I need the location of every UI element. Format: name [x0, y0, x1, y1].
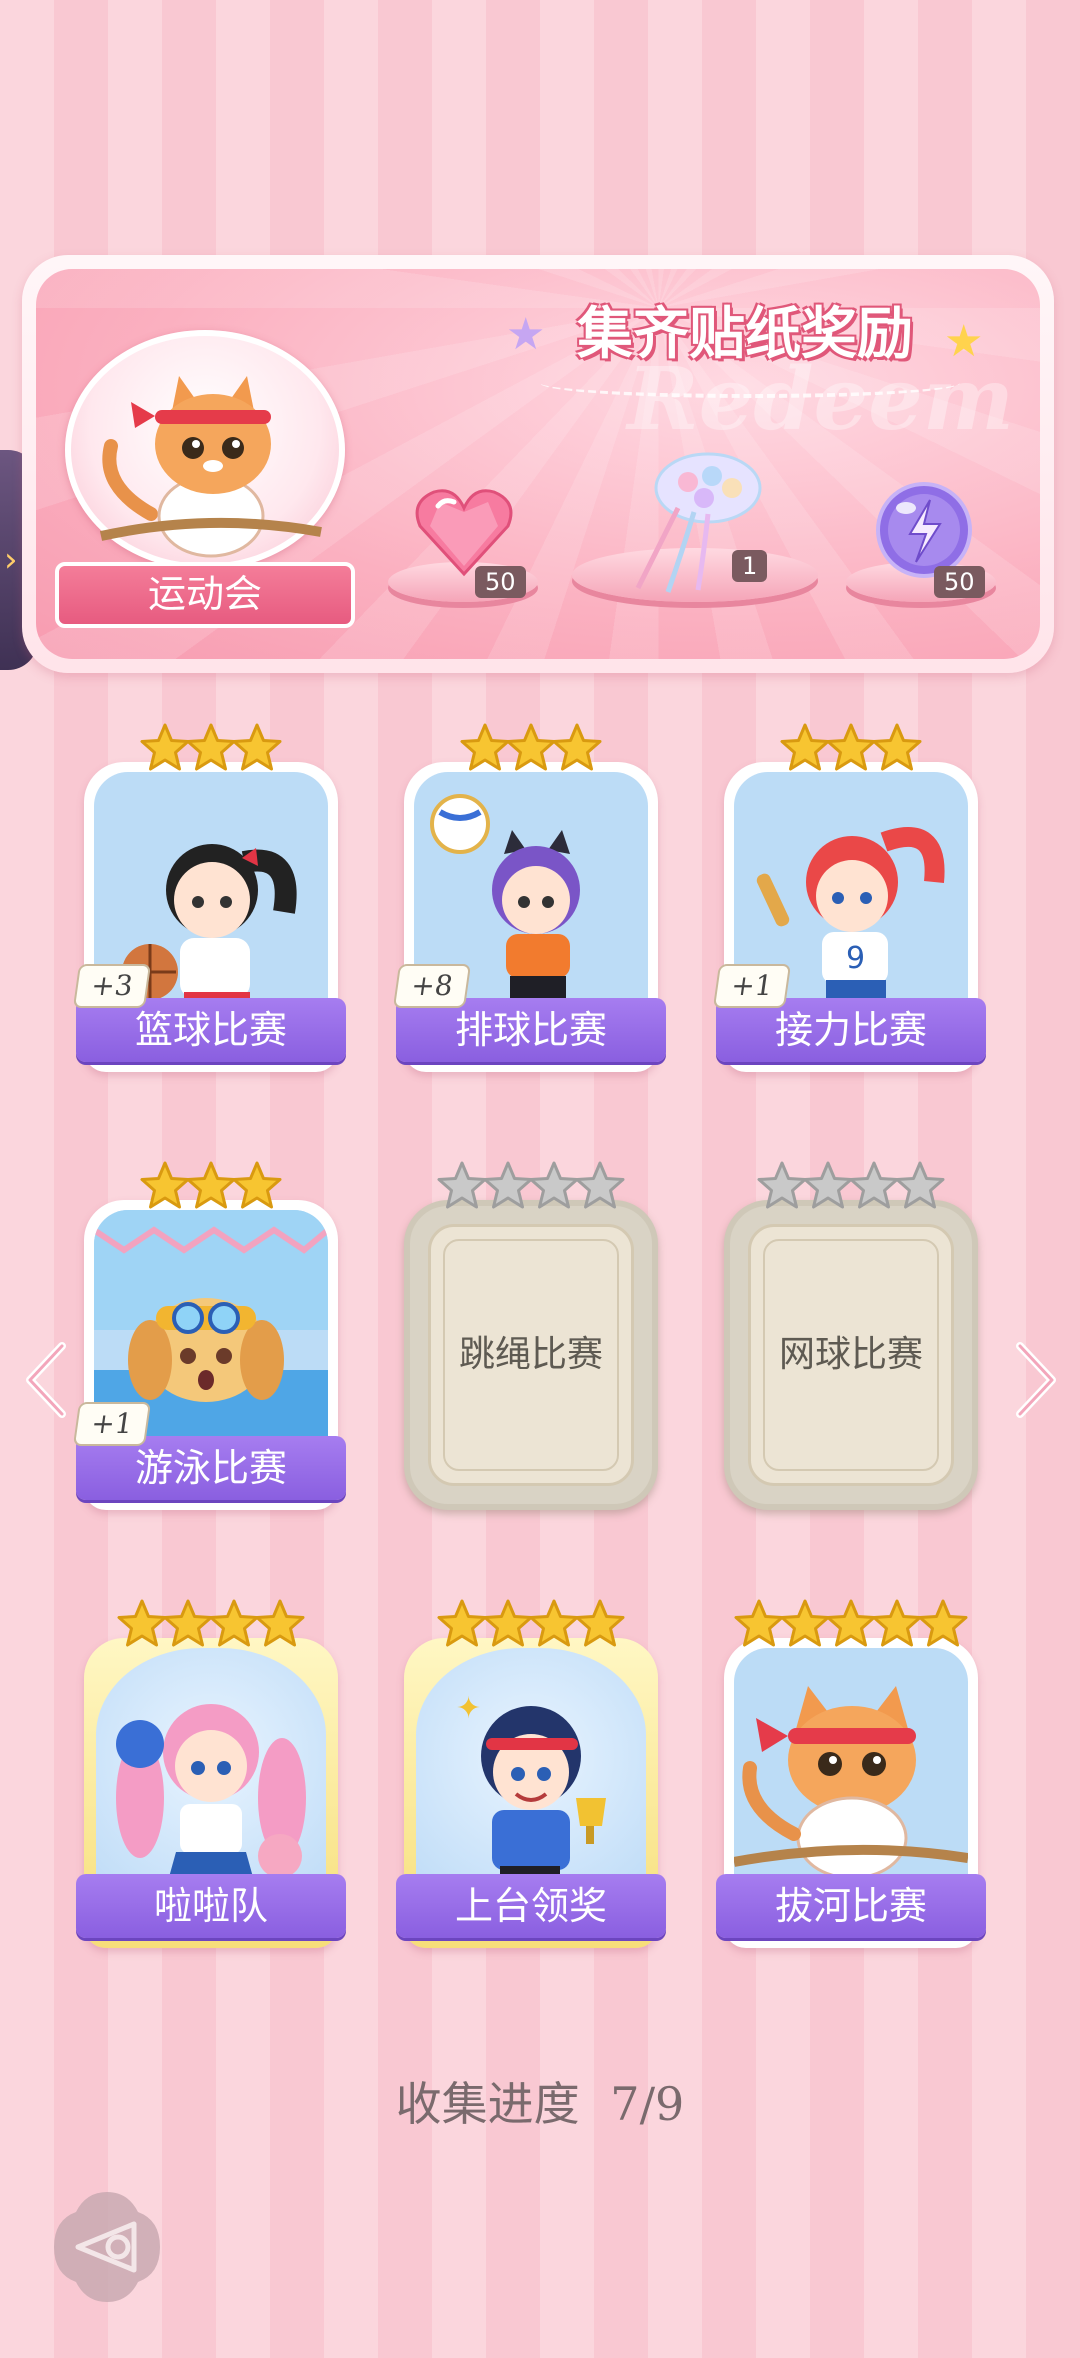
star-filled-icon: [734, 1599, 784, 1654]
card-name-plate: 啦啦队: [76, 1874, 346, 1938]
card-star-rating: [404, 722, 658, 778]
star-filled-icon: [918, 1599, 968, 1654]
card-illustration: [96, 1648, 326, 1890]
locked-card-name: 网球比赛: [778, 1334, 923, 1375]
star-filled-icon: [140, 1161, 190, 1216]
star-filled-icon: [186, 1161, 236, 1216]
star-empty-icon: [529, 1161, 579, 1216]
sticker-card[interactable]: ✦ 上台领奖: [396, 1598, 666, 1948]
svg-text:✦: ✦: [456, 1691, 481, 1726]
card-star-rating: [724, 1598, 978, 1654]
duplicate-count-badge: +1: [72, 1402, 152, 1446]
star-filled-icon: [186, 723, 236, 778]
star-empty-icon: [437, 1161, 487, 1216]
star-filled-icon: [232, 723, 282, 778]
star-filled-icon: [575, 1599, 625, 1654]
back-arrow-icon: [54, 2192, 160, 2302]
star-empty-icon: [803, 1161, 853, 1216]
medal-circle: [65, 330, 345, 570]
star-empty-icon: [575, 1161, 625, 1216]
star-decoration-icon: ★: [944, 316, 984, 367]
sticker-card[interactable]: 跳绳比赛: [404, 1160, 658, 1510]
banner-title: 集齐贴纸奖励: [577, 302, 913, 367]
star-filled-icon: [780, 723, 830, 778]
previous-page-arrow-icon[interactable]: [22, 1340, 72, 1420]
cat-tug-of-war-icon: [99, 376, 322, 558]
star-empty-icon: [895, 1161, 945, 1216]
star-filled-icon: [209, 1599, 259, 1654]
star-filled-icon: [255, 1599, 305, 1654]
duplicate-count-badge: +1: [712, 964, 792, 1008]
star-filled-icon: [460, 723, 510, 778]
title-underline: [540, 368, 960, 398]
event-medal[interactable]: 运动会: [55, 330, 355, 628]
progress-value: 7/9: [610, 2077, 685, 2131]
sticker-card[interactable]: 篮球比赛 +3: [72, 722, 346, 1072]
collection-progress: 收集进度 7/9: [0, 2068, 1080, 2132]
star-filled-icon: [872, 1599, 922, 1654]
star-decoration-icon: ★: [506, 309, 546, 360]
star-filled-icon: [437, 1599, 487, 1654]
card-star-rating: [724, 722, 978, 778]
card-star-rating: [84, 722, 338, 778]
card-star-rating: [404, 1598, 658, 1654]
duplicate-count-badge: +3: [72, 964, 152, 1008]
card-star-rating: [404, 1160, 658, 1216]
duplicate-count-badge: +8: [392, 964, 472, 1008]
sticker-card[interactable]: 啦啦队: [76, 1598, 346, 1948]
card-frame: 网球比赛: [724, 1200, 978, 1510]
star-filled-icon: [780, 1599, 830, 1654]
star-filled-icon: [826, 1599, 876, 1654]
card-illustration: ✦: [416, 1648, 646, 1890]
card-name-plate: 上台领奖: [396, 1874, 666, 1938]
reward-count: 50: [934, 566, 985, 598]
card-illustration: [734, 1648, 968, 1888]
star-filled-icon: [163, 1599, 213, 1654]
star-filled-icon: [140, 723, 190, 778]
event-name-ribbon: 运动会: [55, 562, 355, 628]
card-frame: 跳绳比赛: [404, 1200, 658, 1510]
next-page-arrow-icon[interactable]: [1010, 1340, 1060, 1420]
reward-count: 50: [475, 566, 526, 598]
card-star-rating: [724, 1160, 978, 1216]
progress-label: 收集进度: [395, 2077, 580, 2131]
svg-text:9: 9: [846, 941, 865, 976]
sticker-card[interactable]: 游泳比赛 +1: [72, 1160, 346, 1510]
star-filled-icon: [826, 723, 876, 778]
star-filled-icon: [506, 723, 556, 778]
sticker-card[interactable]: 拔河比赛: [716, 1598, 986, 1948]
card-star-rating: [84, 1160, 338, 1216]
sticker-card[interactable]: 排球比赛 +8: [392, 722, 666, 1072]
locked-card-name: 跳绳比赛: [458, 1334, 603, 1375]
star-filled-icon: [232, 1161, 282, 1216]
card-star-rating: [84, 1598, 338, 1654]
sticker-card[interactable]: 9 接力比赛 +1: [712, 722, 986, 1072]
star-filled-icon: [117, 1599, 167, 1654]
star-filled-icon: [483, 1599, 533, 1654]
star-empty-icon: [757, 1161, 807, 1216]
star-empty-icon: [483, 1161, 533, 1216]
locked-card-panel: 网球比赛: [748, 1224, 954, 1486]
card-name-plate: 拔河比赛: [716, 1874, 986, 1938]
star-filled-icon: [552, 723, 602, 778]
star-filled-icon: [872, 723, 922, 778]
reward-count: 1: [732, 550, 768, 582]
sticker-card[interactable]: 网球比赛: [724, 1160, 978, 1510]
star-filled-icon: [529, 1599, 579, 1654]
back-button[interactable]: [48, 2188, 166, 2306]
locked-card-panel: 跳绳比赛: [428, 1224, 634, 1486]
star-empty-icon: [849, 1161, 899, 1216]
